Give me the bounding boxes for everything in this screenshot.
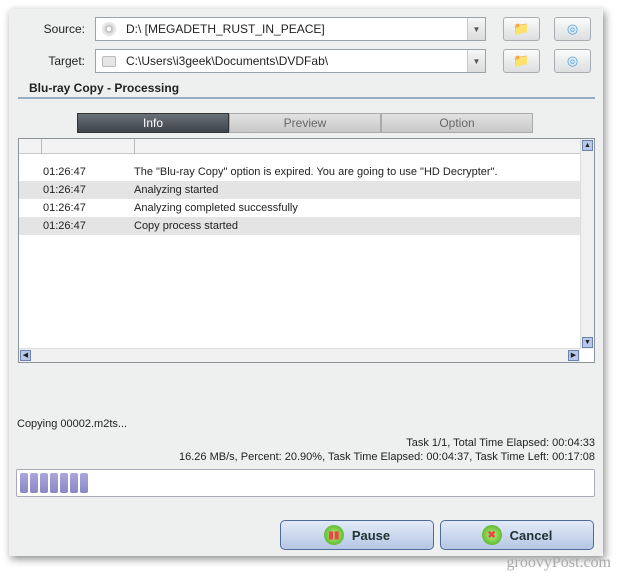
progress-block <box>40 473 48 493</box>
progress-bar <box>16 469 595 497</box>
tab-option[interactable]: Option <box>381 113 533 133</box>
transfer-status: 16.26 MB/s, Percent: 20.90%, Task Time E… <box>178 451 595 463</box>
horizontal-scrollbar[interactable]: ◀ ▶ <box>19 348 580 362</box>
progress-fill <box>20 473 88 493</box>
log-row: 01:26:47 The "Blu-ray Copy" option is exp… <box>43 166 498 178</box>
log-list: 01:26:47 The "Blu-ray Copy" option is exp… <box>18 138 595 363</box>
source-label: Source: <box>43 22 85 36</box>
folder-icon: 📁 <box>513 53 530 68</box>
source-image-button[interactable]: ◎ <box>554 17 591 41</box>
log-row: 01:26:47 Analyzing completed successfully <box>43 202 298 214</box>
source-value: D:\ [MEGADETH_RUST_IN_PEACE] <box>126 22 325 36</box>
section-title: Blu-ray Copy - Processing <box>29 81 180 95</box>
target-value: C:\Users\i3geek\Documents\DVDFab\ <box>126 54 329 68</box>
progress-block <box>50 473 58 493</box>
cancel-label: Cancel <box>509 527 553 543</box>
disc-icon <box>102 22 116 36</box>
progress-block <box>60 473 68 493</box>
source-combo[interactable]: D:\ [MEGADETH_RUST_IN_PEACE] ▼ <box>95 17 486 41</box>
target-browse-button[interactable]: 📁 <box>503 49 540 73</box>
chevron-down-icon[interactable]: ▼ <box>467 18 485 40</box>
log-row: 01:26:47 Copy process started <box>19 217 580 235</box>
tab-info[interactable]: Info <box>77 113 229 133</box>
target-combo[interactable]: C:\Users\i3geek\Documents\DVDFab\ ▼ <box>95 49 486 73</box>
progress-block <box>80 473 88 493</box>
pause-label: Pause <box>351 527 391 543</box>
scroll-right-icon[interactable]: ▶ <box>568 350 579 361</box>
watermark: groovyPost.com <box>506 554 611 571</box>
disc-file-icon: ◎ <box>566 53 579 68</box>
pause-button[interactable]: ▮▮ Pause <box>280 520 434 550</box>
cancel-button[interactable]: ✖ Cancel <box>440 520 594 550</box>
progress-block <box>70 473 78 493</box>
progress-block <box>30 473 38 493</box>
tab-preview[interactable]: Preview <box>229 113 381 133</box>
cancel-icon: ✖ <box>481 525 502 545</box>
log-row: 01:26:47 Analyzing started <box>19 181 580 199</box>
scroll-left-icon[interactable]: ◀ <box>20 350 31 361</box>
target-label: Target: <box>48 54 85 68</box>
list-header <box>19 139 580 154</box>
scroll-down-icon[interactable]: ▼ <box>582 337 593 348</box>
source-browse-button[interactable]: 📁 <box>503 17 540 41</box>
scroll-up-icon[interactable]: ▲ <box>582 140 593 151</box>
target-image-button[interactable]: ◎ <box>554 49 591 73</box>
progress-block <box>20 473 28 493</box>
pause-icon: ▮▮ <box>323 525 344 545</box>
vertical-scrollbar[interactable]: ▲ ▼ <box>580 139 594 349</box>
folder-icon <box>102 55 116 67</box>
dvdfab-window: Source: D:\ [MEGADETH_RUST_IN_PEACE] ▼ 📁… <box>9 9 603 556</box>
folder-icon: 📁 <box>513 21 530 36</box>
chevron-down-icon[interactable]: ▼ <box>467 50 485 72</box>
divider <box>18 97 595 99</box>
task-status: Task 1/1, Total Time Elapsed: 00:04:33 <box>406 437 595 449</box>
current-file-status: Copying 00002.m2ts... <box>17 418 128 430</box>
disc-file-icon: ◎ <box>566 21 579 36</box>
